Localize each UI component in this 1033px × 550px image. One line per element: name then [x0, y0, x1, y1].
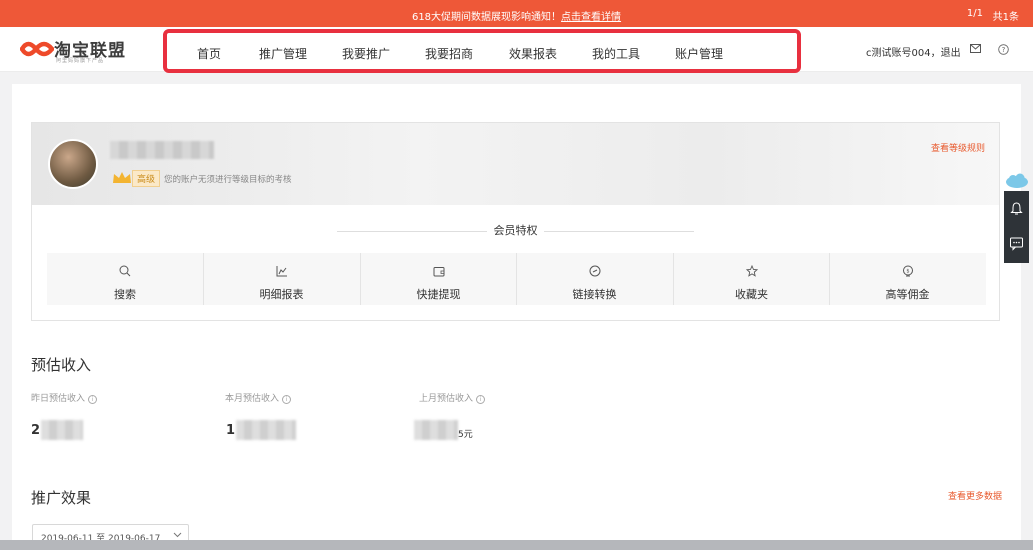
nav-home[interactable]: 首页 [197, 45, 221, 62]
profile-banner: 高级 您的账户无须进行等级目标的考核 查看等级规则 [32, 123, 999, 205]
yesterday-income-label: 昨日预估收入 i [31, 391, 98, 404]
perk-label: 链接转换 [572, 288, 617, 301]
logo[interactable]: 淘宝联盟 阿里妈妈旗下产品 [20, 35, 140, 65]
help-icon[interactable]: ? [998, 44, 1009, 55]
notice-message: 618大促期间数据展现影响通知！点击查看详情 [0, 8, 1033, 23]
alimama-logo-icon [20, 41, 54, 57]
perk-label: 搜索 [114, 288, 136, 301]
perk-high-commission[interactable]: $ 高等佣金 [829, 253, 985, 305]
nav-reports[interactable]: 效果报表 [509, 45, 557, 62]
bell-icon[interactable] [1009, 201, 1024, 216]
user-account-logout[interactable]: c测试账号004，退出 [866, 44, 961, 59]
level-note: 您的账户无须进行等级目标的考核 [164, 175, 292, 185]
avatar [48, 139, 98, 189]
perk-label: 快捷提现 [416, 288, 461, 301]
last-month-income-unit: 5元 [458, 430, 473, 440]
perk-quick-withdraw[interactable]: 快捷提现 [360, 253, 516, 305]
notice-pager: 1/1 [966, 8, 983, 19]
search-icon [119, 265, 131, 277]
svg-text:?: ? [1002, 46, 1006, 54]
income-section-title: 预估收入 [31, 356, 92, 374]
chat-icon[interactable] [1009, 236, 1024, 251]
label-text: 昨日预估收入 [31, 394, 86, 404]
notice-count: 共1条 [992, 12, 1019, 23]
level-rules-link[interactable]: 查看等级规则 [931, 141, 985, 154]
month-income-value: 1 [226, 423, 236, 438]
nav-promote[interactable]: 我要推广 [342, 45, 390, 62]
floating-side-panel [1004, 173, 1029, 263]
perk-label: 高等佣金 [885, 288, 930, 301]
redacted-value [41, 420, 83, 440]
username-redacted [110, 141, 214, 159]
label-text: 本月预估收入 [225, 394, 280, 404]
cloud-mascot-icon[interactable] [1005, 173, 1029, 189]
chart-icon [276, 266, 287, 277]
redacted-value [236, 420, 296, 440]
yesterday-income-value: 2 [31, 423, 41, 438]
nav-merchant[interactable]: 我要招商 [425, 45, 473, 62]
info-icon[interactable]: i [88, 395, 98, 404]
nav-account[interactable]: 账户管理 [675, 45, 723, 62]
last-month-income-label: 上月预估收入 i [419, 391, 486, 404]
main-nav-highlight: 首页 推广管理 我要推广 我要招商 效果报表 我的工具 账户管理 [163, 29, 801, 73]
month-income-label: 本月预估收入 i [225, 391, 292, 404]
info-icon[interactable]: i [476, 395, 486, 404]
perk-favorites[interactable]: 收藏夹 [673, 253, 829, 305]
notice-text: 618大促期间数据展现影响通知！ [411, 12, 562, 23]
wallet-icon [433, 267, 445, 277]
member-level-badge: 高级 [132, 170, 161, 187]
logo-subtitle: 阿里妈妈旗下产品 [56, 58, 105, 64]
member-profile-card: 高级 您的账户无须进行等级目标的考核 查看等级规则 会员特权 搜索 明细报表 快… [31, 122, 1000, 321]
chevron-down-icon [173, 532, 182, 538]
perk-label: 收藏夹 [735, 288, 768, 301]
os-dock [0, 540, 1033, 550]
perk-search[interactable]: 搜索 [47, 253, 203, 305]
more-data-link[interactable]: 查看更多数据 [948, 489, 1002, 502]
perks-title: 会员特权 [493, 224, 538, 237]
top-header: 淘宝联盟 阿里妈妈旗下产品 首页 推广管理 我要推广 我要招商 效果报表 我的工… [0, 27, 1033, 73]
coin-icon: $ [903, 265, 913, 277]
svg-text:$: $ [906, 269, 909, 275]
link-icon [589, 265, 601, 277]
perk-label: 明细报表 [259, 288, 304, 301]
info-icon[interactable]: i [282, 395, 292, 404]
notice-detail-link[interactable]: 点击查看详情 [561, 12, 621, 23]
divider-line [544, 231, 694, 232]
nav-tools[interactable]: 我的工具 [592, 45, 640, 62]
redacted-value [414, 420, 458, 440]
label-text: 上月预估收入 [419, 394, 474, 404]
perk-detail-report[interactable]: 明细报表 [203, 253, 359, 305]
perks-grid: 搜索 明细报表 快捷提现 链接转换 收藏夹 $ 高等佣金 [47, 253, 986, 305]
effect-section-title: 推广效果 [31, 489, 92, 507]
nav-promo-manage[interactable]: 推广管理 [259, 45, 307, 62]
mail-icon[interactable] [970, 44, 981, 53]
notice-bar: 618大促期间数据展现影响通知！点击查看详情 1/1 共1条 [0, 0, 1033, 27]
perk-link-convert[interactable]: 链接转换 [516, 253, 672, 305]
crown-icon [113, 172, 131, 183]
star-icon [746, 265, 758, 277]
